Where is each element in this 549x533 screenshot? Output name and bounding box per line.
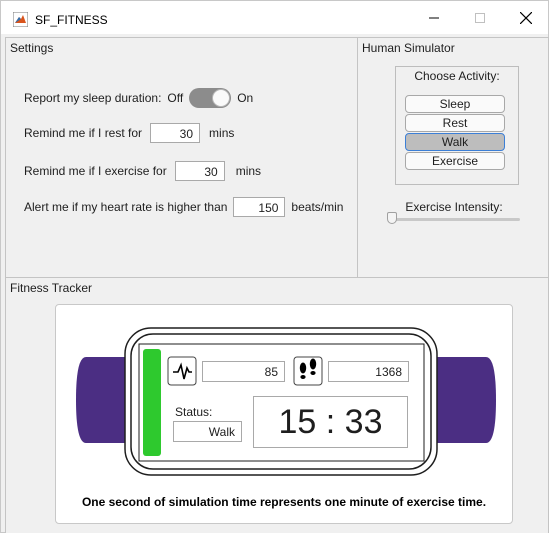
status-display: Walk	[173, 421, 242, 442]
exercise-unit-label: mins	[235, 164, 262, 178]
sleep-toggle-switch[interactable]	[189, 88, 232, 108]
footsteps-icon-frame	[293, 356, 323, 386]
simulation-caption: One second of simulation time represents…	[81, 495, 487, 509]
clock-display: 15 : 33	[253, 396, 408, 448]
activity-walk-button[interactable]: Walk	[405, 133, 505, 151]
minimize-button[interactable]	[411, 1, 457, 34]
matlab-logo-icon	[13, 12, 28, 27]
watch-display-card: 85 1368 Status: Walk 15 : 33 One second …	[55, 304, 513, 524]
settings-panel-title: Settings	[10, 41, 54, 55]
heart-setting-row: Alert me if my heart rate is higher than…	[24, 197, 343, 217]
activity-indicator-bar	[143, 349, 161, 456]
exercise-setting-row: Remind me if I exercise for 30 mins	[24, 161, 261, 181]
exercise-minutes-field[interactable]: 30	[174, 161, 225, 181]
heart-rate-label: Alert me if my heart rate is higher than	[24, 200, 228, 214]
exercise-label: Remind me if I exercise for	[24, 164, 167, 178]
close-button[interactable]	[503, 1, 549, 34]
exercise-intensity-slider-track[interactable]	[390, 218, 520, 221]
steps-display: 1368	[328, 361, 409, 382]
maximize-button[interactable]	[457, 1, 503, 34]
toggle-knob[interactable]	[212, 89, 231, 107]
fitness-tracker-title: Fitness Tracker	[10, 281, 93, 295]
activity-sleep-button[interactable]: Sleep	[405, 95, 505, 113]
status-label: Status:	[175, 405, 213, 419]
rest-minutes-field[interactable]: 30	[150, 123, 201, 143]
sleep-off-label: Off	[167, 91, 184, 105]
window-title: SF_FITNESS	[35, 13, 108, 27]
human-simulator-title: Human Simulator	[362, 41, 455, 55]
sleep-label: Report my sleep duration:	[24, 91, 162, 105]
heart-rate-threshold-field[interactable]: 150	[233, 197, 286, 217]
heart-rate-display: 85	[202, 361, 285, 382]
rest-setting-row: Remind me if I rest for 30 mins	[24, 123, 234, 143]
title-bar: SF_FITNESS	[1, 1, 548, 34]
activity-group-title: Choose Activity:	[414, 69, 500, 83]
heart-rate-unit-label: beats/min	[291, 200, 344, 214]
app-window: SF_FITNESS Settings Report my sleep dura…	[0, 0, 549, 533]
settings-panel: Settings Report my sleep duration: Off O…	[5, 37, 358, 278]
sleep-on-label: On	[237, 91, 254, 105]
maximize-icon	[475, 12, 485, 23]
close-icon	[520, 11, 532, 24]
sleep-setting-row: Report my sleep duration: Off On	[24, 88, 253, 108]
exercise-intensity-slider-thumb[interactable]	[387, 212, 397, 224]
activity-exercise-button[interactable]: Exercise	[405, 152, 505, 170]
activity-button-group: Choose Activity: Sleep Rest Walk Exercis…	[395, 66, 519, 185]
minimize-icon	[429, 17, 439, 18]
rest-unit-label: mins	[209, 126, 235, 140]
activity-rest-button[interactable]: Rest	[405, 114, 505, 132]
human-simulator-panel: Human Simulator Choose Activity: Sleep R…	[357, 37, 549, 278]
fitness-tracker-panel: Fitness Tracker 85 1368 Status: Walk 15 …	[5, 277, 549, 533]
rest-label: Remind me if I rest for	[24, 126, 143, 140]
